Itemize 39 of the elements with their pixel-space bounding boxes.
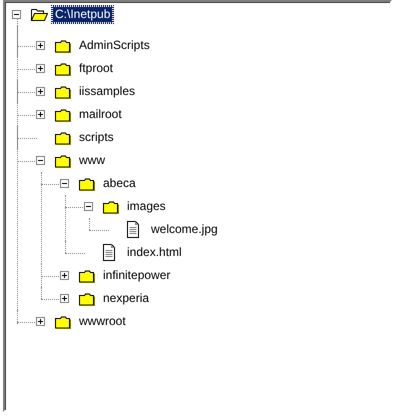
folder-label[interactable]: mailroot [76, 106, 125, 123]
folder-icon [102, 200, 119, 214]
expand-toggle[interactable] [36, 64, 45, 73]
folder-icon [54, 154, 71, 168]
folder-label[interactable]: wwwroot [76, 313, 129, 330]
file-label[interactable]: welcome.jpg [148, 221, 221, 238]
collapse-toggle[interactable] [12, 10, 21, 19]
folder-label[interactable]: C:\Inetpub [52, 6, 114, 23]
folder-label[interactable]: AdminScripts [76, 37, 153, 54]
folder-icon [54, 130, 71, 144]
file-label[interactable]: index.html [124, 244, 185, 261]
folder-label[interactable]: iissamples [76, 83, 138, 100]
folder-icon [54, 314, 71, 328]
expand-toggle[interactable] [36, 87, 45, 96]
folder-icon [78, 292, 95, 306]
folder-icon [54, 62, 71, 76]
folder-label[interactable]: infinitepower [100, 267, 174, 284]
folder-icon [78, 176, 95, 190]
folder-label[interactable]: abeca [100, 175, 139, 192]
folder-label[interactable]: images [124, 198, 169, 215]
document-icon [102, 244, 116, 261]
expand-toggle[interactable] [36, 317, 45, 326]
collapse-toggle[interactable] [84, 202, 93, 211]
folder-label[interactable]: scripts [76, 129, 117, 146]
folder-icon [54, 38, 71, 52]
collapse-toggle[interactable] [60, 179, 69, 188]
expand-toggle[interactable] [36, 110, 45, 119]
document-icon [126, 221, 140, 238]
folder-label[interactable]: nexperia [100, 290, 152, 307]
folder-icon [54, 108, 71, 122]
expand-toggle[interactable] [36, 41, 45, 50]
folder-label[interactable]: ftproot [76, 60, 116, 77]
expand-toggle[interactable] [60, 271, 69, 280]
folder-label[interactable]: www [76, 152, 108, 169]
collapse-toggle[interactable] [36, 156, 45, 165]
folder-icon [78, 268, 95, 282]
open-folder-icon [30, 7, 48, 22]
expand-toggle[interactable] [60, 294, 69, 303]
folder-icon [54, 84, 71, 98]
